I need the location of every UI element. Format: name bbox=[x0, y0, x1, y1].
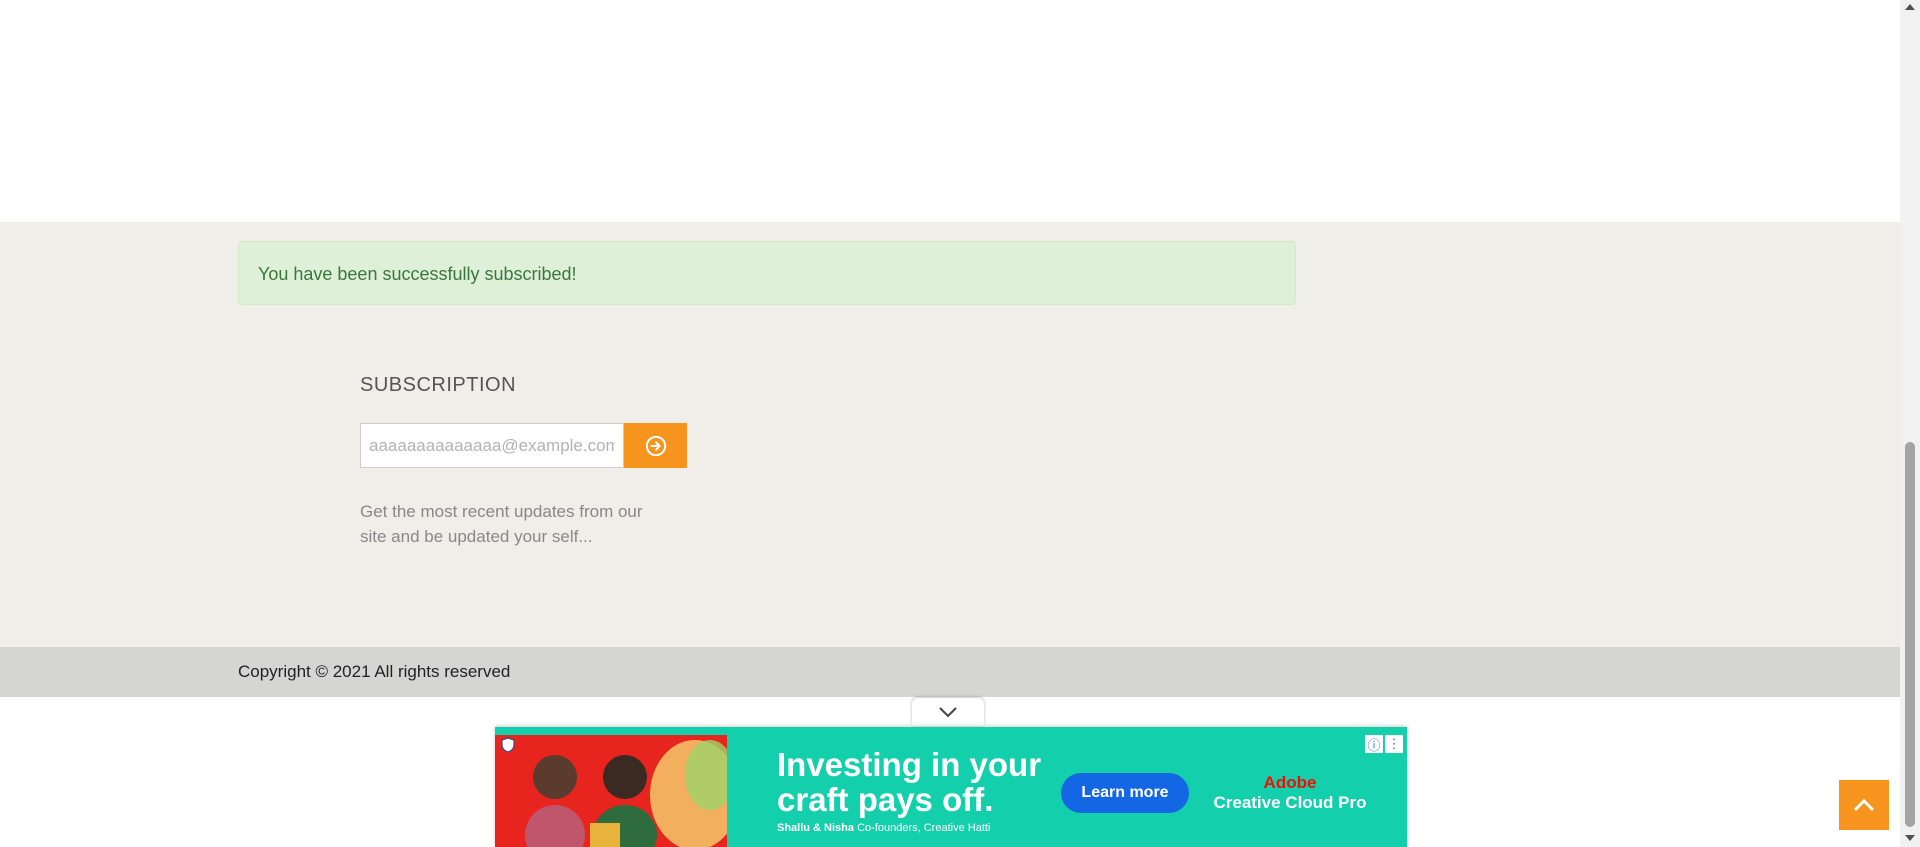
page-scrollbar[interactable] bbox=[1900, 0, 1920, 847]
subscribe-submit-button[interactable] bbox=[624, 423, 687, 468]
page-content-area bbox=[0, 0, 1900, 222]
ad-collapse-button[interactable] bbox=[912, 698, 984, 726]
ad-banner[interactable]: Investing in your craft pays off. Shallu… bbox=[495, 727, 1407, 847]
scroll-to-top-button[interactable] bbox=[1839, 780, 1889, 830]
ad-headline: Investing in your craft pays off. bbox=[777, 746, 1042, 818]
subscription-title: SUBSCRIPTION bbox=[360, 374, 517, 396]
shield-icon bbox=[501, 737, 515, 753]
subscribe-success-alert: You have been successfully subscribed! bbox=[238, 241, 1296, 305]
scroll-down-arrow-icon[interactable] bbox=[1904, 833, 1916, 843]
arrow-circle-right-icon bbox=[645, 435, 666, 456]
ad-learn-more-button[interactable]: Learn more bbox=[1061, 773, 1189, 813]
subscription-description: Get the most recent updates from our sit… bbox=[360, 502, 643, 546]
copyright-bar: Copyright © 2021 All rights reserved bbox=[0, 647, 1900, 697]
ad-byline: Shallu & Nisha Co-founders, Creative Hat… bbox=[777, 822, 991, 834]
adobe-logo: Adobe bbox=[1263, 773, 1317, 792]
subscription-form bbox=[360, 423, 687, 468]
scrollbar-thumb[interactable] bbox=[1905, 442, 1915, 827]
chevron-down-icon bbox=[939, 707, 957, 718]
chevron-up-icon bbox=[1853, 798, 1875, 812]
alert-message: You have been successfully subscribed! bbox=[258, 264, 577, 284]
scroll-up-arrow-icon[interactable] bbox=[1904, 2, 1916, 12]
ad-info-icon[interactable]: ⓘ bbox=[1365, 735, 1383, 753]
ad-image bbox=[495, 735, 740, 847]
copyright-text: Copyright © 2021 All rights reserved bbox=[238, 662, 511, 681]
subscription-email-input[interactable] bbox=[360, 423, 624, 468]
ad-brand: Adobe Creative Cloud Pro bbox=[1200, 773, 1380, 813]
ad-options-icon[interactable]: ⋮ bbox=[1385, 735, 1403, 753]
